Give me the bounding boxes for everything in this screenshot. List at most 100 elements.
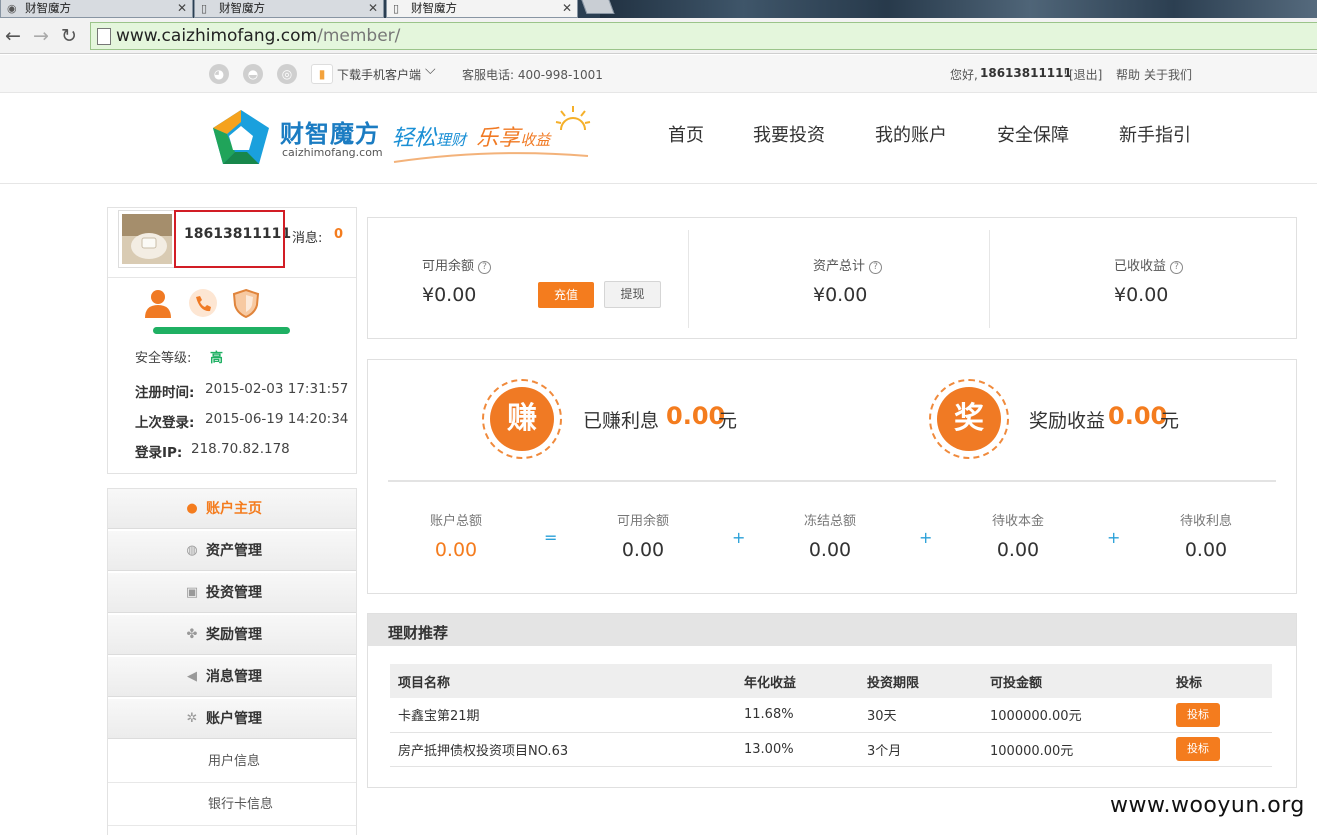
menu-item-label: 奖励管理 — [206, 627, 262, 643]
summary-label: 待收利息 — [1179, 514, 1232, 529]
column-header: 项目名称 — [390, 664, 736, 698]
user-verified-icon[interactable] — [144, 288, 172, 318]
total-assets-label: 资产总计? — [813, 255, 883, 274]
user-icon: ● — [186, 501, 198, 516]
login-ip-label: 登录IP: — [135, 445, 183, 461]
summary-label: 待收本金 — [991, 514, 1044, 529]
table-row: 房产抵押债权投资项目NO.63 13.00% 3个月 100000.00元 投标 — [390, 732, 1272, 767]
browser-tab-title: 财智魔方 — [411, 1, 457, 15]
coins-icon: ◍ — [186, 543, 198, 558]
summary-label: 可用余额 — [616, 514, 669, 529]
address-bar[interactable]: www.caizhimofang.com/member/ — [90, 22, 1317, 50]
chevron-down-icon[interactable]: ⌵ — [425, 62, 436, 78]
reward-badge: 奖 — [929, 379, 1009, 459]
equals-sign: = — [544, 528, 558, 547]
greeting-text: 您好, — [950, 68, 978, 82]
menu-item-rewards[interactable]: ✤ 奖励管理 — [108, 615, 356, 655]
submenu-user-info[interactable]: 用户信息 — [108, 741, 356, 783]
column-header: 年化收益 — [736, 664, 859, 698]
summary-available-balance: 可用余额 0.00 — [568, 510, 718, 561]
reward-income-value: 0.00 — [1108, 402, 1168, 430]
login-ip-value: 218.70.82.178 — [191, 441, 290, 457]
menu-item-account-settings[interactable]: ✲ 账户管理 — [108, 699, 356, 739]
reload-icon[interactable]: ↻ — [58, 23, 80, 49]
total-assets-value: ¥0.00 — [813, 284, 868, 306]
qq-icon[interactable]: ◓ — [243, 64, 263, 84]
nav-security[interactable]: 安全保障 — [997, 121, 1069, 147]
logo-cube-icon[interactable] — [211, 108, 271, 166]
slogan-part: 乐享 — [476, 126, 521, 151]
browser-tab-3-active[interactable]: ▯ 财智魔方 ✕ — [386, 0, 578, 18]
submenu-bank-card-info[interactable]: 银行卡信息 — [108, 784, 356, 826]
phone-verified-icon[interactable] — [188, 288, 218, 318]
speaker-icon: ◀ — [187, 669, 197, 684]
wechat-icon[interactable]: ◕ — [209, 64, 229, 84]
summary-pending-principal: 待收本金 0.00 — [943, 510, 1093, 561]
help-icon[interactable]: ? — [869, 261, 883, 274]
browser-tab-1[interactable]: ◉ 财智魔方 ✕ — [0, 0, 193, 18]
highlight-box — [174, 210, 285, 268]
avatar-image — [122, 214, 172, 264]
profile-panel: 18613811111 消息: 0 安全等级: 高 注册时间: 2015-02-… — [107, 207, 357, 474]
received-income-label: 已收收益? — [1114, 255, 1184, 274]
bid-button[interactable]: 投标 — [1176, 737, 1220, 761]
menu-item-investments[interactable]: ▣ 投资管理 — [108, 573, 356, 613]
withdraw-button[interactable]: 提现 — [604, 281, 661, 308]
sun-icon — [555, 106, 591, 131]
weibo-icon[interactable]: ◎ — [277, 64, 297, 84]
help-icon[interactable]: ? — [478, 261, 492, 274]
about-link[interactable]: 关于我们 — [1144, 66, 1192, 83]
messages-count[interactable]: 0 — [334, 227, 343, 242]
help-icon[interactable]: ? — [1170, 261, 1184, 274]
menu-item-account-home[interactable]: ● 账户主页 — [108, 489, 356, 529]
logout-link[interactable]: [退出] — [1069, 66, 1102, 83]
window-titlebar-background — [600, 0, 1317, 18]
username-text: 18613811111 — [980, 66, 1072, 80]
logo-name[interactable]: 财智魔方 — [280, 114, 380, 149]
available-balance-value: ¥0.00 — [422, 284, 477, 306]
bid-button[interactable]: 投标 — [1176, 702, 1220, 727]
download-app-link[interactable]: 下载手机客户端 — [337, 66, 421, 83]
browser-tab-2[interactable]: ▯ 财智魔方 ✕ — [194, 0, 384, 18]
nav-beginner-guide[interactable]: 新手指引 — [1119, 121, 1191, 147]
tab-close-icon[interactable]: ✕ — [368, 0, 378, 17]
menu-item-messages[interactable]: ◀ 消息管理 — [108, 657, 356, 697]
back-arrow-icon[interactable]: ← — [2, 23, 24, 49]
total-assets-label-text: 资产总计 — [813, 259, 866, 274]
browser-tab-title: 财智魔方 — [25, 1, 71, 15]
forward-arrow-icon[interactable]: → — [30, 23, 52, 49]
summary-pending-interest: 待收利息 0.00 — [1131, 510, 1281, 561]
available-balance-label: 可用余额? — [422, 255, 492, 274]
tab-close-icon[interactable]: ✕ — [562, 0, 572, 17]
new-tab-button[interactable] — [581, 0, 615, 14]
divider — [108, 277, 356, 278]
recharge-button[interactable]: 充值 — [538, 282, 594, 308]
avatar[interactable] — [118, 210, 176, 268]
menu-item-assets[interactable]: ◍ 资产管理 — [108, 531, 356, 571]
register-time-value: 2015-02-03 17:31:57 — [205, 381, 349, 397]
messages-label: 消息: — [292, 231, 323, 246]
action-cell: 投标 — [1168, 732, 1272, 767]
summary-value: 0.00 — [1184, 539, 1228, 561]
summary-value: 0.00 — [808, 539, 852, 561]
url-text[interactable]: www.caizhimofang.com/member/ — [116, 26, 400, 46]
summary-value: 0.00 — [621, 539, 665, 561]
summary-value: 0.00 — [996, 539, 1040, 561]
slogan: 轻松理财 乐享收益 — [392, 120, 550, 152]
slogan-part: 理财 — [436, 131, 467, 149]
nav-invest[interactable]: 我要投资 — [753, 121, 825, 147]
annual-rate: 11.68% — [736, 698, 859, 733]
nav-home[interactable]: 首页 — [668, 121, 704, 147]
nav-my-account[interactable]: 我的账户 — [875, 121, 947, 147]
page-icon: ▯ — [201, 2, 208, 15]
project-name[interactable]: 卡鑫宝第21期 — [390, 698, 736, 733]
investment-term: 3个月 — [859, 732, 982, 767]
logo-domain: caizhimofang.com — [282, 146, 383, 159]
tab-close-icon[interactable]: ✕ — [177, 0, 187, 17]
menu-item-label: 账户管理 — [206, 711, 262, 727]
help-link[interactable]: 帮助 — [1116, 66, 1140, 83]
security-progress-track — [153, 327, 290, 334]
project-name[interactable]: 房产抵押债权投资项目NO.63 — [390, 732, 736, 767]
summary-value: 0.00 — [434, 539, 478, 561]
shield-icon[interactable] — [232, 288, 260, 318]
